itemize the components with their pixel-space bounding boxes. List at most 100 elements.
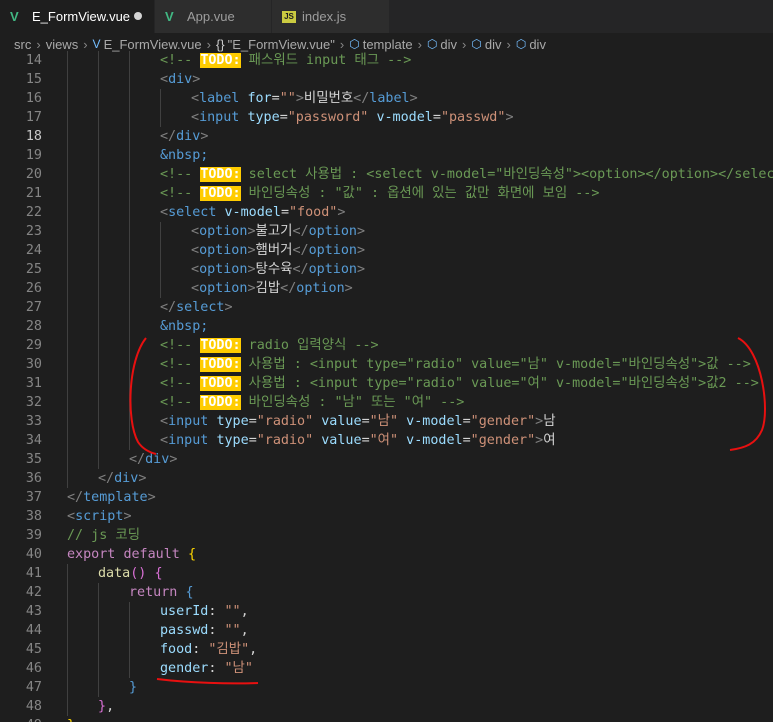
code-line[interactable]: 18 </div> [0,127,773,146]
code-line[interactable]: 38 <script> [0,507,773,526]
tab-label: App.vue [187,9,235,24]
code-token: "radio" [256,433,314,448]
code-text: <input type="radio" value="여" v-model="g… [160,431,556,450]
indent-guide [129,203,130,222]
indent-guide [129,222,130,241]
code-line[interactable]: 23 <option>불고기</option> [0,222,773,241]
code-line[interactable]: 37 </template> [0,488,773,507]
indent-guide [160,89,161,108]
indent-guide [98,279,99,298]
code-line[interactable]: 33 <input type="radio" value="남" v-model=… [0,412,773,431]
code-token: passwd [160,623,209,638]
indent-guide [129,241,130,260]
code-line[interactable]: 17 <input type="password" v-model="passwd… [0,108,773,127]
code-text: </select> [160,298,233,317]
indent-guide [67,393,68,412]
code-text: <label for="">비밀번호</label> [191,89,418,108]
line-number: 39 [25,528,42,543]
code-line[interactable]: 27 </select> [0,298,773,317]
indent-guide [129,374,130,393]
code-line[interactable]: 32 <!-- TODO: 바인딩속성 : "남" 또는 "여" --> [0,393,773,412]
code-line[interactable]: 28 &nbsp; [0,317,773,336]
code-token: 여 [543,433,556,448]
tab-app-vue[interactable]: V App.vue [155,0,272,33]
code-line[interactable]: 47} [0,678,773,697]
indent-guide [160,260,161,279]
code-text: </template> [67,488,156,507]
code-token: 비밀번호 [303,91,354,106]
code-line[interactable]: 48}, [0,697,773,716]
tab-e-formview-vue[interactable]: V E_FormView.vue [0,0,155,33]
unsaved-dot-icon[interactable] [134,12,142,20]
code-token: > [295,91,304,106]
indent-guide [67,317,68,336]
line-number: 29 [25,338,42,353]
indent-guide [129,298,130,317]
code-token: </ [353,91,370,106]
code-line[interactable]: 44 passwd: "", [0,621,773,640]
code-line[interactable]: 30 <!-- TODO: 사용법 : <input type="radio" v… [0,355,773,374]
code-text: <input type="radio" value="남" v-model="g… [160,412,556,431]
code-line[interactable]: 45 food: "김밥", [0,640,773,659]
js-icon: JS [282,10,296,23]
code-line[interactable]: 22 <select v-model="food"> [0,203,773,222]
code-token: > [192,72,201,87]
code-line[interactable]: 24 <option>햄버거</option> [0,241,773,260]
code-line[interactable]: 25 <option>탕수육</option> [0,260,773,279]
line-number: 14 [25,53,42,68]
code-token: v-model [224,205,281,220]
code-text: </div> [98,469,146,488]
code-line[interactable]: 40 export default { [0,545,773,564]
code-text: <!-- TODO: 패스워드 input 태그 --> [160,51,411,70]
code-editor[interactable]: 14 <!-- TODO: 패스워드 input 태그 --> 15 <div> 16 <… [0,50,773,722]
indent-guide [67,621,68,640]
indent-guide [67,203,68,222]
code-line[interactable]: 39 // js 코딩 [0,526,773,545]
code-token: } [129,680,138,695]
code-line[interactable]: 49} [0,716,773,722]
code-line[interactable]: 35 </div> [0,450,773,469]
code-line[interactable]: 26 <option>김밥</option> [0,279,773,298]
indent-guide [98,583,99,602]
code-line[interactable]: 46 gender: "남" [0,659,773,678]
code-line[interactable]: 43 userId: "", [0,602,773,621]
tab-index-js[interactable]: JS index.js [272,0,390,33]
code-token: template [83,490,148,505]
indent-guide [67,279,68,298]
code-line[interactable]: 16 <label for="">비밀번호</label> [0,89,773,108]
code-text: <select v-model="food"> [160,203,345,222]
indent-guide [67,355,68,374]
code-token: > [200,129,209,144]
code-token: script [75,509,124,524]
code-token: input [168,433,209,448]
indent-guide [160,279,161,298]
code-line[interactable]: 19 &nbsp; [0,146,773,165]
code-token: = [361,433,370,448]
code-line[interactable]: 14 <!-- TODO: 패스워드 input 태그 --> [0,51,773,70]
indent-guide [98,222,99,241]
indent-guide [98,165,99,184]
code-token: = [271,91,280,106]
code-line[interactable]: 29 <!-- TODO: radio 입력양식 --> [0,336,773,355]
line-number: 33 [25,414,42,429]
code-line[interactable]: 21 <!-- TODO: 바인딩속성 : "값" : 옵션에 있는 값만 화면에… [0,184,773,203]
code-line[interactable]: 42 return { [0,583,773,602]
indent-guide [129,393,130,412]
code-line[interactable]: 15 <div> [0,70,773,89]
code-line[interactable]: 36 </div> [0,469,773,488]
code-token: option [199,243,248,258]
code-line[interactable]: 31 <!-- TODO: 사용법 : <input type="radio" v… [0,374,773,393]
code-token: 남 [543,414,556,429]
indent-guide [129,431,130,450]
indent-guide [98,203,99,222]
code-token: option [199,281,248,296]
code-line[interactable]: 41 data() { [0,564,773,583]
indent-guide [129,621,130,640]
code-token: 바인딩속성 : "값" : 옵션에 있는 값만 화면에 보임 --> [240,186,600,201]
code-token: option [296,281,345,296]
indent-guide [98,260,99,279]
code-line[interactable]: 34 <input type="radio" value="여" v-model=… [0,431,773,450]
code-line[interactable]: 20 <!-- TODO: select 사용법 : <select v-mode… [0,165,773,184]
code-token: < [160,205,169,220]
code-token: </ [160,300,177,315]
